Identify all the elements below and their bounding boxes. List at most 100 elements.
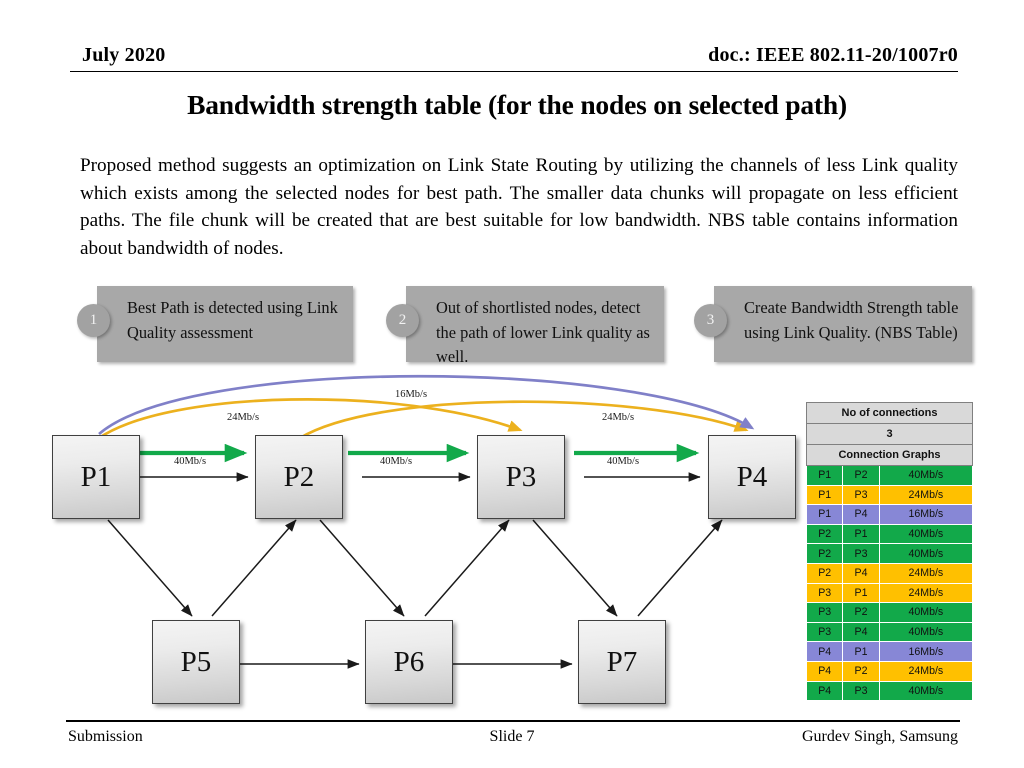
nbs-cell-rate: 40Mb/s [878, 465, 974, 486]
nbs-cell-rate: 16Mb/s [878, 504, 974, 525]
node-p4[interactable]: P4 [708, 435, 796, 519]
nbs-header-label: No of connections [806, 402, 973, 424]
callout-badge-2: 2 [386, 304, 419, 337]
nbs-cell-to: P2 [842, 602, 880, 623]
edge-p6-p3-black [424, 519, 510, 617]
nbs-row: P2 P3 40Mb/s [805, 543, 974, 564]
nbs-cell-from: P1 [805, 504, 844, 525]
callout-box-3: 3 Create Bandwidth Strength table using … [694, 286, 972, 362]
slide-canvas: July 2020 doc.: IEEE 802.11-20/1007r0 Ba… [0, 0, 1024, 768]
nbs-cell-rate: 24Mb/s [878, 562, 974, 584]
footer-right: Gurdev Singh, Samsung [802, 728, 958, 745]
nbs-cell-rate: 40Mb/s [878, 680, 974, 702]
nbs-cell-from: P2 [805, 543, 844, 564]
nbs-cell-from: P2 [805, 562, 844, 584]
nbs-cell-from: P1 [805, 484, 844, 506]
nbs-cell-rate: 40Mb/s [878, 621, 974, 643]
nbs-row: P3 P2 40Mb/s [805, 602, 974, 623]
nbs-row: P3 P4 40Mb/s [805, 621, 974, 643]
nbs-cell-rate: 24Mb/s [878, 660, 974, 682]
node-p3-label: P3 [505, 460, 537, 493]
header-divider [70, 71, 958, 72]
node-p6-label: P6 [393, 645, 425, 678]
edge-label-p1-p4: 16Mb/s [394, 389, 428, 400]
edge-p3-p7-black [532, 519, 618, 617]
nbs-cell-from: P4 [805, 680, 844, 702]
nbs-row: P1 P3 24Mb/s [805, 484, 974, 506]
nbs-row: P2 P1 40Mb/s [805, 523, 974, 545]
node-p5-label: P5 [180, 645, 212, 678]
callout-text-3: Create Bandwidth Strength table using Li… [744, 298, 959, 342]
nbs-cell-to: P1 [842, 523, 880, 545]
network-diagram: P1 P2 P3 P4 P5 P6 P7 40Mb/s 40Mb/s 40Mb/… [0, 372, 800, 720]
nbs-cell-to: P2 [842, 660, 880, 682]
nbs-cell-to: P3 [842, 680, 880, 702]
nbs-cell-to: P3 [842, 484, 880, 506]
nbs-cell-to: P1 [842, 641, 880, 662]
nbs-table: No of connections 3 Connection Graphs P1… [805, 402, 974, 702]
nbs-cell-from: P1 [805, 465, 844, 486]
header-date: July 2020 [82, 44, 166, 66]
header-doc-id: doc.: IEEE 802.11-20/1007r0 [708, 44, 958, 66]
edge-p2-p4-amber [299, 400, 749, 440]
edge-label-p1-p3: 24Mb/s [226, 412, 260, 423]
node-p1[interactable]: P1 [52, 435, 140, 519]
callout-badge-1: 1 [77, 304, 110, 337]
edge-p5-p2-black [211, 519, 297, 617]
node-p7-label: P7 [606, 645, 638, 678]
nbs-cell-rate: 24Mb/s [878, 484, 974, 506]
node-p1-label: P1 [80, 460, 112, 493]
slide-header: July 2020 doc.: IEEE 802.11-20/1007r0 [70, 44, 958, 78]
node-p4-label: P4 [736, 460, 768, 493]
nbs-row: P1 P2 40Mb/s [805, 465, 974, 486]
nbs-cell-from: P4 [805, 660, 844, 682]
footer-divider [66, 720, 960, 722]
node-p5[interactable]: P5 [152, 620, 240, 704]
nbs-header-row: No of connections [806, 402, 973, 424]
edge-label-p2-p3: 40Mb/s [379, 456, 413, 467]
node-p2-label: P2 [283, 460, 315, 493]
nbs-cell-to: P4 [842, 621, 880, 643]
callout-badge-3: 3 [694, 304, 727, 337]
edge-label-p2-p4: 24Mb/s [601, 412, 635, 423]
nbs-cell-from: P3 [805, 602, 844, 623]
nbs-row: P4 P2 24Mb/s [805, 660, 974, 682]
page-title: Bandwidth strength table (for the nodes … [187, 89, 847, 120]
nbs-cell-to: P3 [842, 543, 880, 564]
node-p2[interactable]: P2 [255, 435, 343, 519]
nbs-cell-to: P4 [842, 504, 880, 525]
nbs-cell-to: P1 [842, 582, 880, 604]
callout-text-2: Out of shortlisted nodes, detect the pat… [436, 298, 650, 366]
nbs-count-row: 3 [806, 423, 973, 445]
nbs-cell-rate: 16Mb/s [878, 641, 974, 662]
nbs-row: P1 P4 16Mb/s [805, 504, 974, 525]
nbs-cell-rate: 24Mb/s [878, 582, 974, 604]
edge-label-p3-p4: 40Mb/s [606, 456, 640, 467]
node-p7[interactable]: P7 [578, 620, 666, 704]
nbs-cell-from: P3 [805, 621, 844, 643]
callout-text-1: Best Path is detected using Link Quality… [127, 298, 338, 342]
nbs-cell-from: P2 [805, 523, 844, 545]
edge-p2-p6-black [319, 519, 405, 617]
callout-box-1: 1 Best Path is detected using Link Quali… [77, 286, 353, 362]
nbs-row: P4 P1 16Mb/s [805, 641, 974, 662]
nbs-cell-rate: 40Mb/s [878, 602, 974, 623]
nbs-row: P3 P1 24Mb/s [805, 582, 974, 604]
nbs-cell-rate: 40Mb/s [878, 523, 974, 545]
nbs-header-value: 3 [806, 423, 973, 445]
nbs-table-body: No of connections 3 Connection Graphs P1… [805, 402, 974, 702]
node-p6[interactable]: P6 [365, 620, 453, 704]
nbs-cell-rate: 40Mb/s [878, 543, 974, 564]
edge-p1-p5-black [107, 519, 193, 617]
nbs-cell-from: P4 [805, 641, 844, 662]
body-paragraph: Proposed method suggests an optimization… [80, 155, 958, 259]
node-p3[interactable]: P3 [477, 435, 565, 519]
edge-label-p1-p2: 40Mb/s [173, 456, 207, 467]
nbs-row: P2 P4 24Mb/s [805, 562, 974, 584]
nbs-section-row: Connection Graphs [806, 444, 973, 466]
nbs-section-label: Connection Graphs [806, 444, 973, 466]
nbs-cell-to: P4 [842, 562, 880, 584]
edge-p7-p4-black [637, 519, 723, 617]
nbs-cell-from: P3 [805, 582, 844, 604]
nbs-row: P4 P3 40Mb/s [805, 680, 974, 702]
